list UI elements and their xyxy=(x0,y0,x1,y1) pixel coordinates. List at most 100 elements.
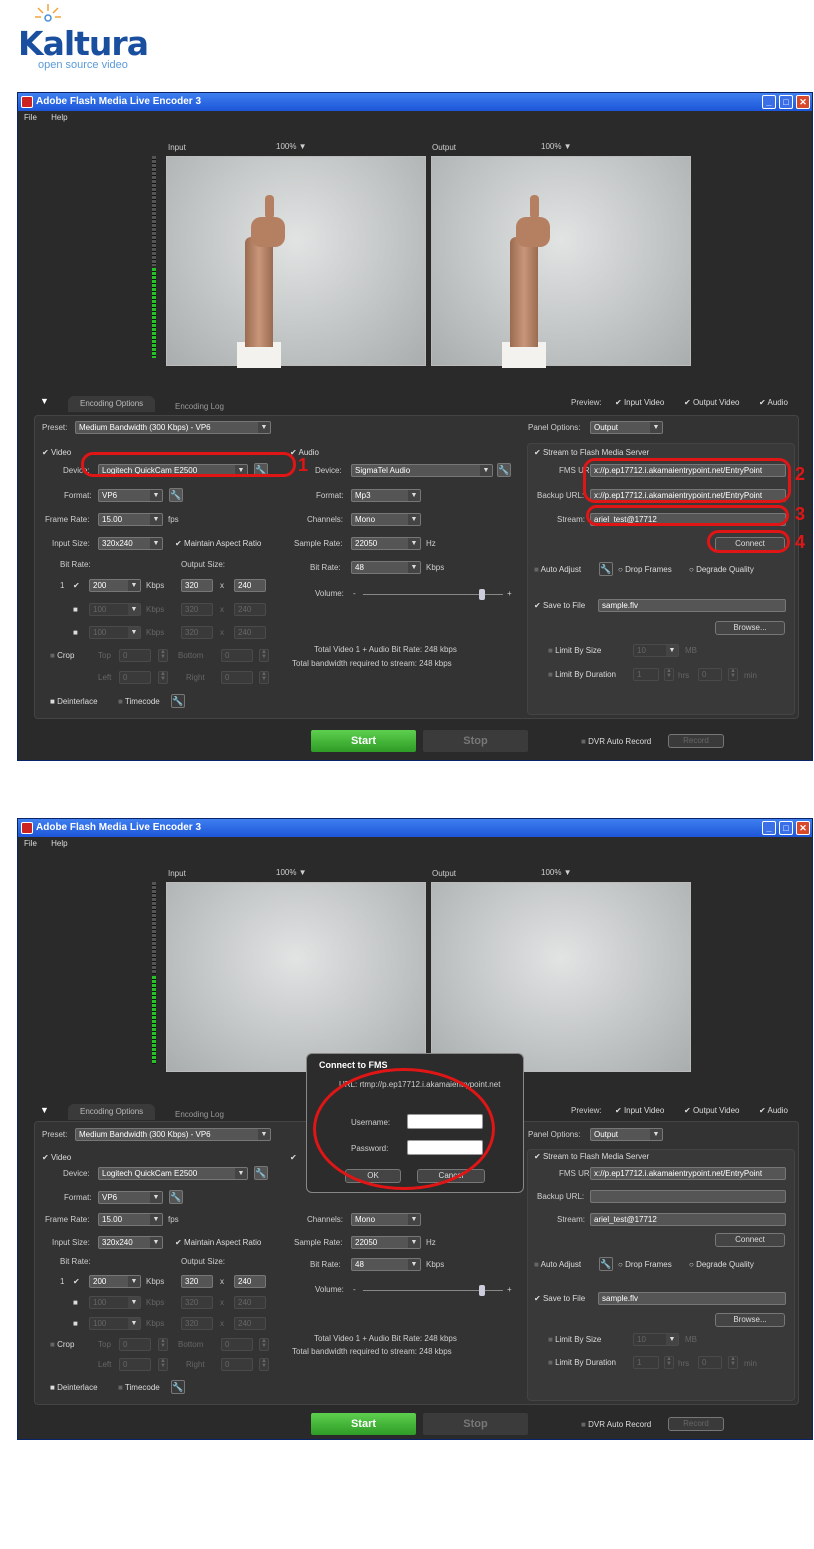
browse-button[interactable]: Browse... xyxy=(715,1313,785,1327)
dvr-auto-record-checkbox[interactable]: ■ DVR Auto Record xyxy=(581,737,651,746)
row2-bitrate-select[interactable]: 100 ▼ xyxy=(89,603,141,616)
crop-right-spinner[interactable]: ▲ ▼ xyxy=(259,1358,269,1371)
video-checkbox[interactable]: ✔ Video xyxy=(42,1153,71,1162)
wrench-icon[interactable]: 🔧 xyxy=(169,488,183,502)
preview-audio-checkbox[interactable]: ✔ Audio xyxy=(759,398,788,407)
dvr-auto-record-checkbox[interactable]: ■ DVR Auto Record xyxy=(581,1420,651,1429)
volume-knob[interactable] xyxy=(479,1285,485,1296)
drop-frames-radio[interactable]: ○ Drop Frames xyxy=(618,565,672,574)
crop-left-spinner[interactable]: ▲ ▼ xyxy=(158,1358,168,1371)
minimize-button[interactable]: _ xyxy=(762,95,776,109)
crop-right-field[interactable]: 0 xyxy=(221,671,253,684)
audio-device-select[interactable]: SigmaTel Audio ▼ xyxy=(351,464,493,477)
limit-duration-checkbox[interactable]: ■ Limit By Duration xyxy=(548,670,616,679)
wrench-icon[interactable]: 🔧 xyxy=(497,463,511,477)
crop-right-spinner[interactable]: ▲ ▼ xyxy=(259,671,269,684)
menu-file[interactable]: File xyxy=(24,113,37,122)
row2-bitrate-select[interactable]: 100 ▼ xyxy=(89,1296,141,1309)
wrench-icon[interactable]: 🔧 xyxy=(599,1257,613,1271)
menu-help[interactable]: Help xyxy=(51,113,67,122)
video-device-select[interactable]: Logitech QuickCam E2500 ▼ xyxy=(98,1167,248,1180)
duration-hours-field[interactable]: 1 xyxy=(633,668,659,681)
file-name-input[interactable]: sample.flv xyxy=(598,1292,786,1305)
crop-top-spinner[interactable]: ▲ ▼ xyxy=(158,1338,168,1351)
video-format-select[interactable]: VP6 ▼ xyxy=(98,489,163,502)
crop-top-field[interactable]: 0 xyxy=(119,649,151,662)
row1-bitrate-select[interactable]: 200 ▼ xyxy=(89,579,141,592)
output-zoom-select[interactable]: 100% ▼ xyxy=(541,868,572,877)
duration-min-spinner[interactable]: ▲ ▼ xyxy=(728,668,738,681)
menu-file[interactable]: File xyxy=(24,839,37,848)
row3-width[interactable]: 320 xyxy=(181,1317,213,1330)
audio-checkbox[interactable]: ✔ xyxy=(290,1153,297,1162)
row2-width[interactable]: 320 xyxy=(181,603,213,616)
degrade-quality-radio[interactable]: ○ Degrade Quality xyxy=(689,1260,754,1269)
sample-rate-select[interactable]: 22050 ▼ xyxy=(351,1236,421,1249)
row3-checkbox[interactable]: ■ xyxy=(73,628,78,637)
input-size-select[interactable]: 320x240 ▼ xyxy=(98,537,163,550)
duration-min-field[interactable]: 0 xyxy=(698,1356,722,1369)
row3-checkbox[interactable]: ■ xyxy=(73,1319,78,1328)
collapse-triangle-icon[interactable]: ▼ xyxy=(40,396,49,406)
row1-checkbox[interactable]: ✔ xyxy=(73,581,80,590)
frame-rate-select[interactable]: 15.00 ▼ xyxy=(98,513,163,526)
row3-bitrate-select[interactable]: 100 ▼ xyxy=(89,1317,141,1330)
minimize-button[interactable]: _ xyxy=(762,821,776,835)
limit-size-checkbox[interactable]: ■ Limit By Size xyxy=(548,1335,601,1344)
deinterlace-checkbox[interactable]: ■ Deinterlace xyxy=(50,697,98,706)
wrench-icon[interactable]: 🔧 xyxy=(254,1166,268,1180)
preset-select[interactable]: Medium Bandwidth (300 Kbps) - VP6 ▼ xyxy=(75,421,271,434)
auto-adjust-checkbox[interactable]: ■ Auto Adjust xyxy=(534,1260,581,1269)
row1-width[interactable]: 320 xyxy=(181,579,213,592)
record-button[interactable]: Record xyxy=(668,1417,724,1431)
panel-options-select[interactable]: Output ▼ xyxy=(590,1128,663,1141)
input-zoom-select[interactable]: 100% ▼ xyxy=(276,142,307,151)
tab-encoding-log[interactable]: Encoding Log xyxy=(163,399,236,415)
stream-fms-checkbox[interactable]: ✔ Stream to Flash Media Server xyxy=(534,448,649,457)
duration-hours-field[interactable]: 1 xyxy=(633,1356,659,1369)
channels-select[interactable]: Mono ▼ xyxy=(351,1213,421,1226)
close-button[interactable]: ✕ xyxy=(796,821,810,835)
crop-bottom-field[interactable]: 0 xyxy=(221,1338,253,1351)
maximize-button[interactable]: □ xyxy=(779,821,793,835)
stop-button[interactable]: Stop xyxy=(423,1413,528,1435)
crop-top-field[interactable]: 0 xyxy=(119,1338,151,1351)
save-to-file-checkbox[interactable]: ✔ Save to File xyxy=(534,601,585,610)
row3-width[interactable]: 320 xyxy=(181,626,213,639)
row2-checkbox[interactable]: ■ xyxy=(73,605,78,614)
fms-url-input[interactable]: x://p.ep17712.i.akamaientrypoint.net/Ent… xyxy=(590,1167,786,1180)
sample-rate-select[interactable]: 22050 ▼ xyxy=(351,537,421,550)
row3-height[interactable]: 240 xyxy=(234,1317,266,1330)
maintain-aspect-checkbox[interactable]: ✔ Maintain Aspect Ratio xyxy=(175,1238,261,1247)
wrench-icon[interactable]: 🔧 xyxy=(599,562,613,576)
audio-bit-rate-select[interactable]: 48 ▼ xyxy=(351,1258,421,1271)
duration-min-field[interactable]: 0 xyxy=(698,668,722,681)
file-name-input[interactable]: sample.flv xyxy=(598,599,786,612)
start-button[interactable]: Start xyxy=(311,1413,416,1435)
row1-bitrate-select[interactable]: 200 ▼ xyxy=(89,1275,141,1288)
crop-left-spinner[interactable]: ▲ ▼ xyxy=(158,671,168,684)
preset-select[interactable]: Medium Bandwidth (300 Kbps) - VP6 ▼ xyxy=(75,1128,271,1141)
crop-right-field[interactable]: 0 xyxy=(221,1358,253,1371)
row1-checkbox[interactable]: ✔ xyxy=(73,1277,80,1286)
limit-duration-checkbox[interactable]: ■ Limit By Duration xyxy=(548,1358,616,1367)
row1-height[interactable]: 240 xyxy=(234,1275,266,1288)
duration-min-spinner[interactable]: ▲ ▼ xyxy=(728,1356,738,1369)
start-button[interactable]: Start xyxy=(311,730,416,752)
wrench-icon[interactable]: 🔧 xyxy=(169,1190,183,1204)
row2-checkbox[interactable]: ■ xyxy=(73,1298,78,1307)
backup-url-input[interactable] xyxy=(590,1190,786,1203)
frame-rate-select[interactable]: 15.00 ▼ xyxy=(98,1213,163,1226)
duration-hours-spinner[interactable]: ▲ ▼ xyxy=(664,1356,674,1369)
volume-knob[interactable] xyxy=(479,589,485,600)
preview-input-video-checkbox[interactable]: ✔ Input Video xyxy=(615,1106,664,1115)
wrench-icon[interactable]: 🔧 xyxy=(171,1380,185,1394)
timecode-checkbox[interactable]: ■ Timecode xyxy=(118,697,160,706)
degrade-quality-radio[interactable]: ○ Degrade Quality xyxy=(689,565,754,574)
menu-help[interactable]: Help xyxy=(51,839,67,848)
stream-input[interactable]: ariel_test@17712 xyxy=(590,1213,786,1226)
audio-bit-rate-select[interactable]: 48 ▼ xyxy=(351,561,421,574)
limit-size-select[interactable]: 10 ▼ xyxy=(633,644,679,657)
crop-left-field[interactable]: 0 xyxy=(119,671,151,684)
audio-format-select[interactable]: Mp3 ▼ xyxy=(351,489,421,502)
